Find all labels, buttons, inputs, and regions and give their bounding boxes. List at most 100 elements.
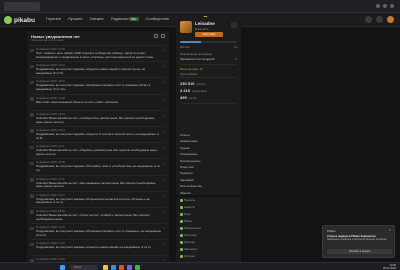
community-item[interactable]: Игры: [176, 211, 241, 218]
item-icon: [30, 80, 34, 85]
notification-item[interactable]: 23 февраля 2026, 12:48 Вам ответ «Неопозн…: [30, 93, 166, 110]
item-text: Пост «Новость дня» набрал 1000 плюсов в …: [36, 51, 154, 59]
rating-progress-fill: [180, 41, 201, 43]
nav-item-subscriptions-label: Подписки: [110, 16, 129, 22]
community-label: Политика: [184, 233, 197, 237]
community-item[interactable]: Политика: [176, 232, 241, 239]
stat-rating-label: рейтинг: [196, 83, 206, 86]
avatar[interactable]: [387, 16, 394, 23]
community-item[interactable]: Юмор: [176, 218, 241, 225]
settings-icon[interactable]: [161, 34, 165, 38]
notification-item[interactable]: 24 февраля 2026, 18:32 Поздравляем, вы по…: [30, 77, 166, 93]
stat-posts-label: постов: [188, 97, 197, 100]
dismiss-icon[interactable]: ×: [163, 64, 165, 68]
community-item[interactable]: Новости: [176, 204, 241, 211]
notification-item[interactable]: 15 февраля 2026, 13:29 Поздравляем, вы по…: [30, 223, 166, 239]
dismiss-icon[interactable]: ×: [163, 242, 165, 246]
community-icon: [180, 248, 183, 251]
community-item[interactable]: Проекты: [176, 197, 241, 204]
header-actions: [365, 16, 394, 23]
community-icon: [180, 213, 183, 216]
item-icon: [30, 242, 34, 247]
browser-tab[interactable]: [4, 2, 40, 11]
notification-item[interactable]: 26 февраля 2026, 10:05 Пост «Новость дня»…: [30, 45, 166, 61]
profile-menu: Ответы Комментарии Оценки Сохранённое Просмо…: [180, 132, 237, 195]
logo[interactable]: pikabu: [4, 15, 35, 25]
notification-item[interactable]: 22 февраля 2026, 16:04 Спасибо! Ваша жало…: [30, 109, 166, 126]
community-icon: [180, 199, 183, 202]
windows-start-icon[interactable]: [60, 264, 65, 270]
dismiss-icon[interactable]: ×: [163, 80, 165, 84]
panel-subtitle: Отмечено как прочитанное: [31, 39, 64, 42]
awards-link[interactable]: Ваши награды: 10: [180, 68, 203, 71]
dismiss-icon[interactable]: ×: [163, 210, 165, 214]
dismiss-icon[interactable]: ×: [163, 48, 165, 52]
referral-text[interactable]: Пригласите в топ 11 друзей: [180, 58, 214, 61]
notification-item[interactable]: 20 февраля 2026, 14:11 Спасибо! Ваша жало…: [30, 142, 166, 158]
settings-icon[interactable]: [231, 22, 237, 28]
app-icon[interactable]: [135, 264, 140, 270]
notification-item[interactable]: 25 февраля 2026, 21:14 Поздравляем, вы по…: [30, 61, 166, 77]
notification-item[interactable]: 14 февраля 2026, 17:18 Поздравляем, вы по…: [30, 239, 166, 255]
nav-item-fresh[interactable]: Свежее: [89, 16, 103, 21]
divider: [180, 77, 237, 78]
maximize-icon[interactable]: [383, 4, 387, 8]
item-icon: [30, 194, 34, 198]
dismiss-icon[interactable]: ×: [163, 129, 165, 133]
community-item[interactable]: Развлечения: [176, 225, 241, 232]
community-item[interactable]: Авторское: [176, 246, 241, 253]
logo-text: pikabu: [14, 16, 35, 24]
notification-list: 26 февраля 2026, 10:05 Пост «Новость дня»…: [30, 45, 166, 268]
item-text: Спасибо! Ваша жалоба на пост «Ответ на п…: [36, 212, 150, 221]
item-text: Поздравляем, вы получили задание «Постав…: [36, 164, 161, 173]
close-icon[interactable]: ✕: [388, 228, 391, 232]
rating-label: Рейтинг: [180, 46, 190, 49]
item-icon: [30, 178, 34, 182]
subscriptions-badge: 99+: [129, 17, 139, 22]
dismiss-icon[interactable]: ×: [163, 145, 165, 149]
minimize-icon[interactable]: [376, 4, 380, 8]
store-icon[interactable]: [127, 264, 132, 270]
toast-action-button[interactable]: Перейти в раздел: [327, 249, 392, 254]
community-icon: [180, 220, 183, 223]
dismiss-icon[interactable]: ×: [163, 97, 165, 101]
dismiss-icon[interactable]: ×: [163, 161, 165, 165]
close-icon[interactable]: [390, 4, 394, 8]
settings-button[interactable]: Настройки: [195, 32, 223, 37]
file-explorer-icon[interactable]: [103, 264, 108, 270]
notification-item[interactable]: 17 февраля 2026, 19:47 Поздравляем, вы по…: [30, 190, 166, 207]
rating-value: +1: [233, 46, 237, 49]
stat-posts-value: 495: [180, 95, 187, 100]
nav-item-subscriptions[interactable]: Подписки 99+: [110, 16, 139, 22]
profile-name[interactable]: Leinadne: [195, 21, 215, 26]
chrome-icon[interactable]: [119, 264, 124, 270]
nav-item-communities[interactable]: Сообщества: [146, 16, 169, 21]
dismiss-icon[interactable]: ×: [163, 178, 165, 182]
bell-icon[interactable]: [376, 16, 383, 23]
notification-item[interactable]: 21 февраля 2026, 09:21 Поздравляем, вы по…: [30, 125, 166, 142]
item-icon: [30, 48, 34, 52]
community-item[interactable]: Истории: [176, 253, 241, 260]
profile-menu-item[interactable]: Заметки: [180, 190, 237, 195]
community-item[interactable]: Эротика: [176, 239, 241, 246]
profile-nick: @leinadne: [195, 27, 209, 31]
dismiss-icon[interactable]: ×: [163, 226, 165, 230]
nav-item-best[interactable]: Лучшее: [68, 16, 82, 21]
stat-posts[interactable]: 495 постов: [180, 95, 197, 100]
profile-panel: Leinadne @leinadne Настройки Рейтинг +1 …: [176, 17, 241, 195]
notification-item[interactable]: 19 февраля 2026, 20:35 Поздравляем, вы по…: [30, 158, 166, 174]
taskbar-search[interactable]: Поиск: [70, 264, 98, 270]
nav-item-hot[interactable]: Горячее: [46, 16, 61, 21]
dismiss-icon[interactable]: ×: [163, 113, 165, 117]
search-icon[interactable]: [365, 16, 372, 23]
profile-avatar[interactable]: [180, 21, 192, 33]
filter-icon[interactable]: [154, 34, 158, 38]
notification-item[interactable]: 18 февраля 2026, 11:02 Спасибо! Ваша жало…: [30, 174, 166, 191]
community-label: Проекты: [184, 198, 196, 202]
stat-followers[interactable]: 4 215 подписчиков: [180, 88, 207, 93]
system-tray-clock[interactable]: 10:05 26.02.2026: [383, 264, 396, 270]
edge-icon[interactable]: [111, 264, 116, 270]
referral-count: 0: [235, 58, 238, 61]
notification-item[interactable]: 16 февраля 2026, 08:56 Спасибо! Ваша жало…: [30, 206, 166, 223]
dismiss-icon[interactable]: ×: [163, 194, 165, 198]
